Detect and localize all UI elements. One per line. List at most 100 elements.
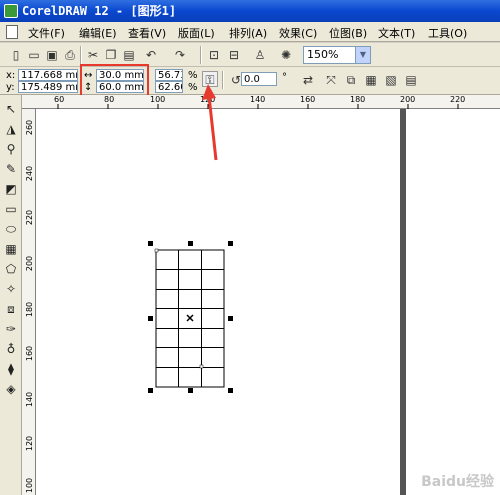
zoom-value: 150% [307, 48, 339, 61]
handle-bottom-left [148, 388, 153, 393]
handle-top-middle [188, 241, 193, 246]
mirror-vertical-icon[interactable]: ⤧ [323, 72, 339, 88]
eyedropper-tool-icon[interactable]: ✑ [3, 321, 19, 337]
text-tool-icon[interactable]: ✧ [3, 281, 19, 297]
mirror-horizontal-icon[interactable]: ⇄ [300, 72, 316, 88]
handle-middle-right [228, 316, 233, 321]
menu-bar: 文件(F) 编辑(E) 查看(V) 版面(L) 排列(A) 效果(C) 位图(B… [0, 22, 500, 42]
redo-icon[interactable]: ↷ [172, 47, 188, 63]
undo-icon[interactable]: ↶ [143, 47, 159, 63]
graph-paper-object[interactable] [140, 236, 240, 396]
zoom-select[interactable]: 150% ▼ [303, 46, 371, 64]
property-bar: x: 117.668 mm y: 175.489 mm ↔ 30.0 mm ↕ … [0, 67, 500, 95]
y-position-field[interactable]: 175.489 mm [18, 81, 78, 93]
ruler-v-tick: 160 [25, 345, 35, 362]
interactive-fill-icon[interactable]: ◈ [3, 381, 19, 397]
handle-top-right [228, 241, 233, 246]
ruler-v-tick: 260 [25, 119, 35, 136]
handle-middle-left [148, 316, 153, 321]
cut-icon[interactable]: ✂ [85, 47, 101, 63]
menu-text[interactable]: 文本(T) [378, 25, 415, 41]
scale-y-field[interactable]: 62.60 [155, 81, 183, 93]
document-icon [6, 25, 18, 39]
launcher-icon[interactable]: ♙ [252, 47, 268, 63]
smart-fill-icon[interactable]: ◩ [3, 181, 19, 197]
shape-tool-icon[interactable]: ◮ [3, 121, 19, 137]
print-icon[interactable]: ⎙ [62, 47, 78, 63]
x-label: x: [6, 70, 16, 81]
node-marker [154, 248, 159, 253]
fill-tool-icon[interactable]: ⧫ [3, 361, 19, 377]
pick-tool-icon[interactable]: ↖ [3, 101, 19, 117]
ruler-v-tick: 240 [25, 165, 35, 182]
freehand-tool-icon[interactable]: ✎ [3, 161, 19, 177]
ruler-v-tick: 200 [25, 255, 35, 272]
horizontal-ruler[interactable]: 60 80 100 120 140 160 180 200 220 [22, 95, 500, 109]
menu-file[interactable]: 文件(F) [28, 25, 65, 41]
ellipse-tool-icon[interactable]: ⬭ [3, 221, 19, 237]
graph-paper-tool-icon[interactable]: ▦ [3, 241, 19, 257]
menu-arrange[interactable]: 排列(A) [229, 25, 267, 41]
scale-x-field[interactable]: 56.73 [155, 69, 183, 81]
percent-x-label: % [188, 70, 198, 81]
wrap-icon[interactable]: ⧉ [343, 72, 359, 88]
group-icon[interactable]: ▦ [363, 72, 379, 88]
percent-y-label: % [188, 82, 198, 93]
ruler-v-tick: 220 [25, 209, 35, 226]
menu-view[interactable]: 查看(V) [128, 25, 166, 41]
y-label: y: [6, 82, 15, 93]
chevron-down-icon[interactable]: ▼ [355, 47, 370, 63]
menu-layout[interactable]: 版面(L) [178, 25, 215, 41]
node-marker [199, 364, 204, 369]
ruler-v-tick: 180 [25, 301, 35, 318]
ruler-h-tick: 100 [150, 95, 166, 104]
ruler-v-tick: 120 [25, 435, 35, 452]
export-icon[interactable]: ⊟ [226, 47, 242, 63]
interactive-blend-icon[interactable]: ⧈ [3, 301, 19, 317]
order-icon[interactable]: ▤ [403, 72, 419, 88]
save-icon[interactable]: ▣ [44, 47, 60, 63]
center-marker [186, 314, 194, 322]
width-height-highlight [80, 64, 149, 99]
menu-bitmaps[interactable]: 位图(B) [329, 25, 367, 41]
coreldraw-app-icon [4, 4, 18, 18]
x-position-field[interactable]: 117.668 mm [18, 69, 78, 81]
ruler-v-tick: 100 [25, 477, 35, 494]
menu-effects[interactable]: 效果(C) [279, 25, 317, 41]
handle-top-left [148, 241, 153, 246]
handle-bottom-right [228, 388, 233, 393]
ruler-h-tick: 180 [350, 95, 366, 104]
open-icon[interactable]: ▭ [26, 47, 42, 63]
degree-label: ° [282, 72, 287, 83]
ruler-h-tick: 220 [450, 95, 466, 104]
rotation-field[interactable]: 0.0 [241, 72, 277, 86]
zoom-tool-icon[interactable]: ⚲ [3, 141, 19, 157]
import-icon[interactable]: ⊡ [206, 47, 222, 63]
separator [200, 46, 202, 64]
corel-app-icon[interactable]: ✺ [278, 47, 294, 63]
rectangle-tool-icon[interactable]: ▭ [3, 201, 19, 217]
annotation-arrow [202, 84, 218, 161]
separator [80, 46, 82, 64]
outline-tool-icon[interactable]: ♁ [3, 341, 19, 357]
vertical-ruler[interactable]: 260 240 220 200 180 160 140 120 100 [22, 109, 36, 495]
watermark: Baidu经验 [421, 474, 494, 490]
ruler-h-tick: 60 [54, 95, 65, 104]
ruler-v-tick: 140 [25, 391, 35, 408]
ungroup-icon[interactable]: ▧ [383, 72, 399, 88]
desktop-area[interactable] [406, 109, 500, 495]
title-bar: CorelDRAW 12 - [图形1] [0, 0, 500, 22]
new-icon[interactable]: ▯ [8, 47, 24, 63]
ruler-h-tick: 200 [400, 95, 416, 104]
basic-shapes-icon[interactable]: ⬠ [3, 261, 19, 277]
paste-icon[interactable]: ▤ [121, 47, 137, 63]
toolbox: ↖ ◮ ⚲ ✎ ◩ ▭ ⬭ ▦ ⬠ ✧ ⧈ ✑ ♁ ⧫ ◈ [0, 95, 22, 495]
ruler-h-tick: 140 [250, 95, 266, 104]
handle-bottom-middle [188, 388, 193, 393]
ruler-h-tick: 80 [104, 95, 115, 104]
copy-icon[interactable]: ❐ [103, 47, 119, 63]
menu-edit[interactable]: 编辑(E) [79, 25, 117, 41]
menu-tools[interactable]: 工具(O) [428, 25, 467, 41]
window-title: CorelDRAW 12 - [图形1] [22, 4, 177, 18]
standard-toolbar: ▯ ▭ ▣ ⎙ ✂ ❐ ▤ ↶ ↷ ⊡ ⊟ ♙ ✺ 150% ▼ [0, 43, 500, 67]
